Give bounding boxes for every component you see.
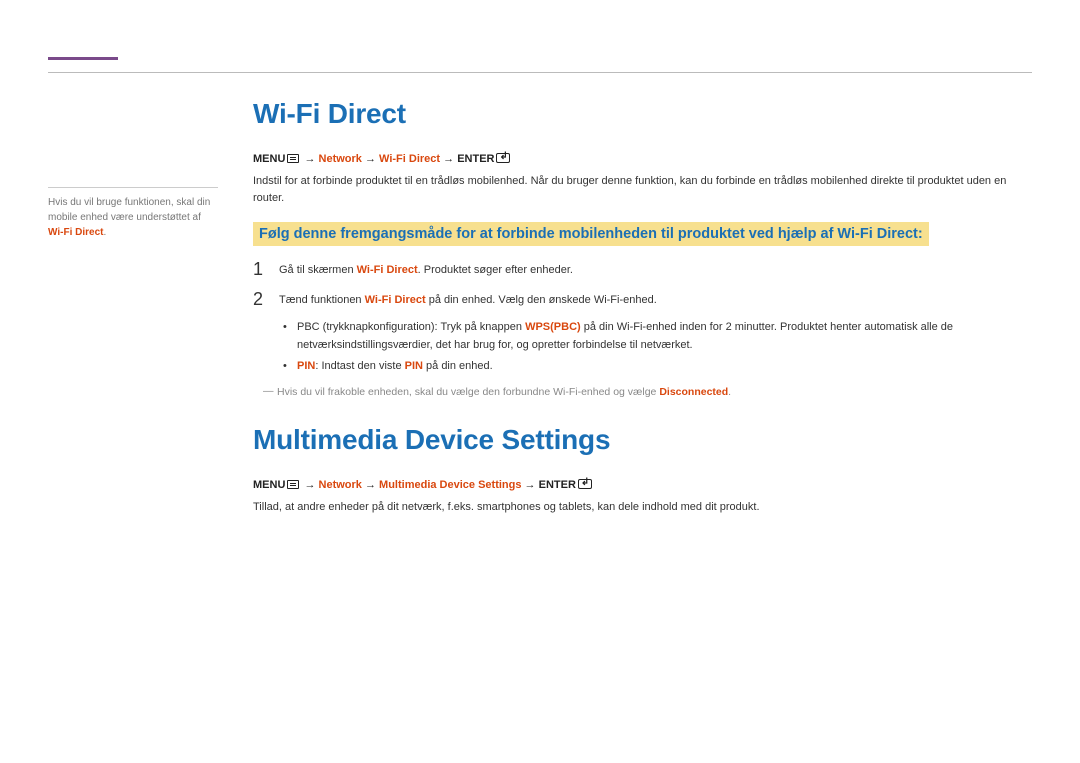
step2-num: 2	[253, 290, 279, 308]
section2-intro: Tillad, at andre enheder på dit netværk,…	[253, 499, 1032, 516]
arrow3: →	[440, 153, 457, 165]
bullet1-hl: WPS(PBC)	[525, 321, 581, 333]
header-rule	[48, 72, 1032, 73]
section2-menu-path: MENU → Network → Multimedia Device Setti…	[253, 478, 1032, 491]
step1-post: . Produktet søger efter enheder.	[418, 264, 573, 276]
sub-bullets: PBC (trykknapkonfiguration): Tryk på kna…	[283, 319, 1032, 376]
step2-pre: Tænd funktionen	[279, 294, 365, 306]
step-1: 1 Gå til skærmen Wi-Fi Direct. Produktet…	[253, 260, 1032, 280]
page: Hvis du vil bruge funktionen, skal din m…	[0, 0, 1080, 763]
menu-icon	[287, 480, 299, 489]
section1-highlight: Følg denne fremgangsmåde for at forbinde…	[253, 222, 929, 246]
arrow2-3: →	[521, 479, 538, 491]
sidebar-note: Hvis du vil bruge funktionen, skal din m…	[48, 195, 218, 240]
section1-title: Wi-Fi Direct	[253, 98, 1032, 130]
enter-icon	[578, 479, 592, 489]
bullet-pin: PIN: Indtast den viste PIN på din enhed.	[283, 358, 1032, 376]
section1-footnote: Hvis du vil frakoble enheden, skal du væ…	[263, 386, 1032, 398]
footnote-hl: Disconnected	[659, 386, 728, 398]
header-accent	[48, 57, 118, 60]
menu-p1: Network	[319, 153, 362, 165]
sidebar-note-prefix: Hvis du vil bruge funktionen, skal din m…	[48, 197, 210, 223]
arrow2-2: →	[362, 479, 379, 491]
section2: Multimedia Device Settings MENU → Networ…	[253, 424, 1032, 516]
menu-icon	[287, 154, 299, 163]
section2-title: Multimedia Device Settings	[253, 424, 1032, 456]
arrow1: →	[301, 153, 318, 165]
section1-intro: Indstil for at forbinde produktet til en…	[253, 173, 1032, 206]
steps-list: 1 Gå til skærmen Wi-Fi Direct. Produktet…	[253, 260, 1032, 309]
step-2: 2 Tænd funktionen Wi-Fi Direct på din en…	[253, 290, 1032, 310]
step1-hl: Wi-Fi Direct	[357, 264, 418, 276]
footnote-post: .	[728, 386, 731, 398]
bullet2-post: på din enhed.	[423, 360, 493, 372]
section1-menu-path: MENU → Network → Wi-Fi Direct → ENTER	[253, 152, 1032, 165]
menu2-p2: Multimedia Device Settings	[379, 479, 521, 491]
footnote-pre: Hvis du vil frakoble enheden, skal du væ…	[277, 386, 659, 398]
menu-label: MENU	[253, 153, 285, 165]
bullet2-hl2: PIN	[405, 360, 423, 372]
step1-body: Gå til skærmen Wi-Fi Direct. Produktet s…	[279, 260, 573, 280]
sidebar-note-suffix: .	[103, 227, 106, 238]
arrow2-1: →	[301, 479, 318, 491]
enter2-label: ENTER	[539, 479, 576, 491]
arrow2: →	[362, 153, 379, 165]
step2-body: Tænd funktionen Wi-Fi Direct på din enhe…	[279, 290, 657, 310]
enter-label: ENTER	[457, 153, 494, 165]
step1-num: 1	[253, 260, 279, 278]
menu2-label: MENU	[253, 479, 285, 491]
main-content: Wi-Fi Direct MENU → Network → Wi-Fi Dire…	[253, 98, 1032, 531]
bullet1-pre: PBC (trykknapkonfiguration): Tryk på kna…	[297, 321, 525, 333]
enter-icon	[496, 153, 510, 163]
bullet2-hl1: PIN	[297, 360, 315, 372]
menu2-p1: Network	[319, 479, 362, 491]
sidebar-rule	[48, 187, 218, 188]
bullet-pbc: PBC (trykknapkonfiguration): Tryk på kna…	[283, 319, 1032, 354]
sidebar-note-hl: Wi-Fi Direct	[48, 227, 103, 238]
step2-post: på din enhed. Vælg den ønskede Wi-Fi-enh…	[426, 294, 657, 306]
step2-hl: Wi-Fi Direct	[365, 294, 426, 306]
bullet2-mid: : Indtast den viste	[315, 360, 404, 372]
menu-p2: Wi-Fi Direct	[379, 153, 440, 165]
step1-pre: Gå til skærmen	[279, 264, 357, 276]
